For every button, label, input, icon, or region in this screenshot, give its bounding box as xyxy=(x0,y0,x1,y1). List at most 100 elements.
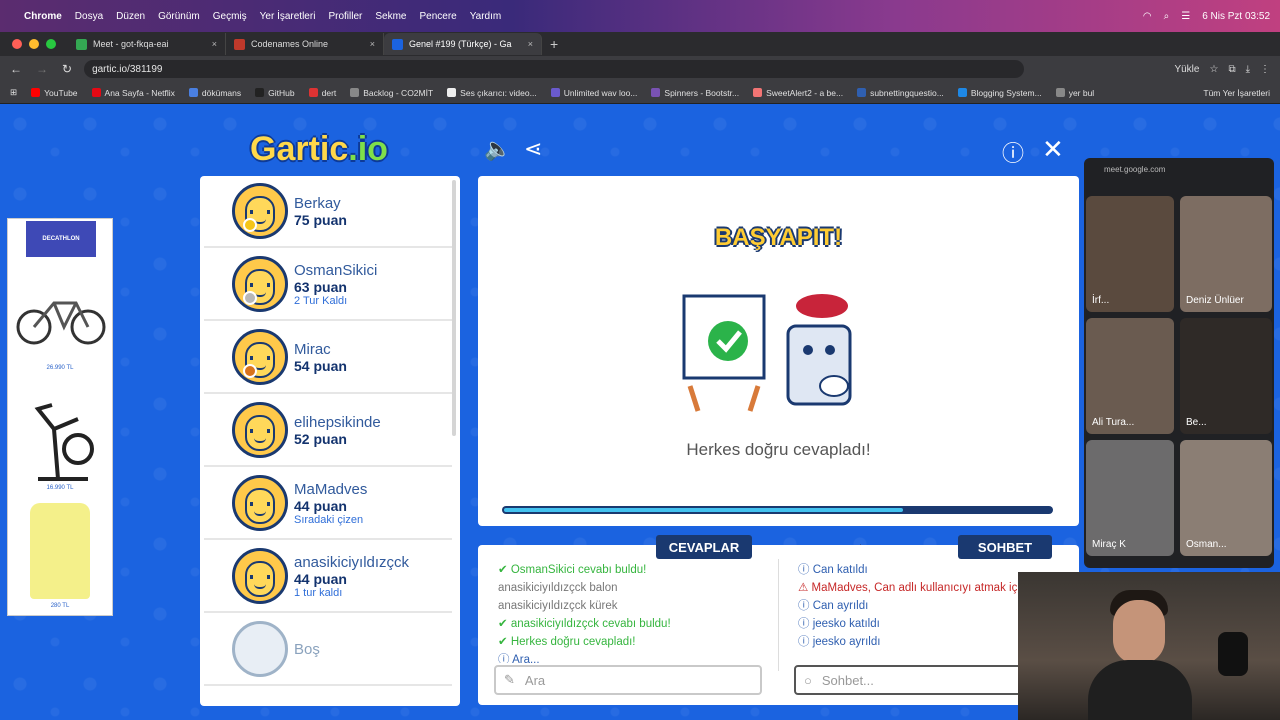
menu-kebab-icon[interactable]: ⋮ xyxy=(1260,64,1270,75)
tshirt-image[interactable] xyxy=(30,503,90,599)
bookmark-label: dert xyxy=(321,87,337,98)
bookmark-item[interactable]: YouTube xyxy=(31,88,78,98)
address-toolbar: ← → ↻ gartic.io/381199 Yükle ☆ ⧉ ⤓ ⋮ xyxy=(0,56,1280,82)
logo-suffix: .io xyxy=(348,130,388,168)
menu-window[interactable]: Pencere xyxy=(419,11,456,22)
bookmark-item[interactable]: Spinners - Bootstr... xyxy=(651,88,739,98)
extensions-icon[interactable]: ⧉ xyxy=(1228,64,1235,75)
apps-grid-icon[interactable]: ⊞ xyxy=(10,87,17,98)
result-headline: BAŞYAPIT! xyxy=(714,224,843,251)
avatar-eyes xyxy=(250,502,270,506)
share-icon[interactable]: ⋖ xyxy=(524,136,542,162)
close-tab-icon[interactable]: × xyxy=(528,39,533,49)
close-icon[interactable]: ✕ xyxy=(1042,134,1064,165)
bookmark-favicon-icon xyxy=(857,88,867,97)
gartic-logo[interactable]: Gartic.io xyxy=(250,130,388,169)
answer-placeholder: Ara xyxy=(524,672,546,688)
bookmark-item[interactable]: SweetAlert2 - a be... xyxy=(753,88,843,98)
all-bookmarks-button[interactable]: Tüm Yer İşaretleri xyxy=(1203,88,1270,98)
player-row[interactable]: Boş xyxy=(204,614,452,686)
answer-input[interactable]: ✎ Ara xyxy=(494,665,762,695)
avatar-eyes xyxy=(250,356,270,360)
bookmark-label: Blogging System... xyxy=(970,87,1042,98)
players-scrollbar[interactable] xyxy=(452,180,456,436)
tab-title: Genel #199 (Türkçe) - Ga xyxy=(409,39,512,49)
tab-chat[interactable]: SOHBET xyxy=(958,535,1052,559)
menu-help[interactable]: Yardım xyxy=(470,11,502,22)
menu-edit[interactable]: Düzen xyxy=(116,11,145,22)
menu-bookmarks[interactable]: Yer İşaretleri xyxy=(260,11,316,22)
meet-tile[interactable]: Deniz Ünlüer xyxy=(1180,196,1272,312)
player-score: 44 puan xyxy=(294,570,347,587)
control-center-icon[interactable]: ☰ xyxy=(1181,11,1190,22)
forward-icon[interactable]: → xyxy=(36,62,48,76)
reload-icon[interactable]: ↻ xyxy=(62,62,72,76)
answers-log: ✔ OsmanSikici cevabı buldu! anasikiciyıld… xyxy=(498,561,768,663)
bookmark-item[interactable]: Ses çıkarıcı: video... xyxy=(447,88,537,98)
bookmark-item[interactable]: yer bul xyxy=(1055,88,1094,98)
menu-history[interactable]: Geçmiş xyxy=(213,11,247,22)
wifi-icon[interactable]: ◠ xyxy=(1143,11,1152,22)
back-icon[interactable]: ← xyxy=(10,62,22,76)
pencil-icon: ✎ xyxy=(504,672,515,687)
clock[interactable]: 6 Nis Pzt 03:52 xyxy=(1202,11,1270,22)
close-tab-icon[interactable]: × xyxy=(212,39,217,49)
window-controls xyxy=(0,39,68,49)
player-score: 75 puan xyxy=(294,211,347,228)
info-icon[interactable]: ⓘ xyxy=(1002,136,1024,168)
gartic-favicon-icon xyxy=(392,38,403,50)
menu-profiles[interactable]: Profiller xyxy=(328,11,362,22)
log-text: Herkes doğru cevapladı! xyxy=(510,636,636,648)
meet-pip-window[interactable]: meet.google.com İrf... Deniz Ünlüer Ali … xyxy=(1084,158,1274,568)
player-row[interactable]: Mirac 54 puan xyxy=(204,322,452,394)
bookmark-label: GitHub xyxy=(268,87,295,98)
url-field[interactable]: gartic.io/381199 xyxy=(84,60,1025,78)
bicycle-image[interactable] xyxy=(14,289,108,349)
close-window-button[interactable] xyxy=(12,39,22,49)
menu-tab[interactable]: Sekme xyxy=(375,11,406,22)
download-icon[interactable]: ⤓ xyxy=(1246,64,1250,75)
player-row[interactable]: anasikiciyıldızçck 44 puan 1 tur kaldı xyxy=(204,541,452,613)
close-tab-icon[interactable]: × xyxy=(370,39,375,49)
menu-app[interactable]: Chrome xyxy=(24,11,62,22)
codenames-favicon-icon xyxy=(234,38,245,50)
player-row[interactable]: OsmanSikici 63 puan 2 Tur Kaldı xyxy=(204,249,452,321)
player-row[interactable]: MaMadves 44 puan Sıradaki çizen xyxy=(204,468,452,540)
ad-brand-logo[interactable]: DECATHLON xyxy=(26,221,96,257)
install-button[interactable]: Yükle xyxy=(1174,64,1199,75)
tab-answers[interactable]: CEVAPLAR xyxy=(656,535,752,559)
player-row[interactable]: elihepsikinde 52 puan xyxy=(204,395,452,467)
bookmark-item[interactable]: dert xyxy=(308,87,337,98)
bookmark-label: SweetAlert2 - a be... xyxy=(766,87,844,98)
meet-tile[interactable]: Miraç K xyxy=(1086,440,1174,556)
bookmark-item[interactable]: Ana Sayfa - Netflix xyxy=(91,88,175,98)
maximize-window-button[interactable] xyxy=(46,39,56,49)
meet-tile[interactable]: Ali Tura... xyxy=(1086,318,1174,434)
bookmark-item[interactable]: GitHub xyxy=(255,87,295,98)
log-text: OsmanSikici cevabı buldu! xyxy=(510,564,647,576)
menu-view[interactable]: Görünüm xyxy=(158,11,200,22)
tab-codenames[interactable]: Codenames Online × xyxy=(226,33,384,55)
player-name: Berkay xyxy=(294,194,341,212)
star-icon[interactable]: ☆ xyxy=(1209,64,1218,75)
new-tab-icon[interactable]: + xyxy=(550,36,558,52)
sound-icon[interactable]: 🔈 xyxy=(484,136,511,162)
menu-file[interactable]: Dosya xyxy=(75,11,103,22)
bookmark-item[interactable]: dökümans xyxy=(188,88,241,98)
meet-tile-label: Ali Tura... xyxy=(1092,417,1135,428)
meet-tile[interactable]: İrf... xyxy=(1086,196,1174,312)
exercise-bike-image[interactable] xyxy=(18,389,104,485)
bookmark-item[interactable]: Blogging System... xyxy=(957,87,1042,98)
round-progress-fill xyxy=(504,508,904,512)
bookmark-item[interactable]: Unlimited wav loo... xyxy=(550,88,637,98)
tab-meet[interactable]: Meet - got-fkqa-eai × xyxy=(68,33,226,55)
minimize-window-button[interactable] xyxy=(29,39,39,49)
bookmark-item[interactable]: subnettingquestio... xyxy=(857,88,944,98)
meet-tile[interactable]: Osman... xyxy=(1180,440,1272,556)
advertisement-banner[interactable]: DECATHLON 26.990 TL 16.990 TL 280 TL xyxy=(7,218,113,616)
bookmark-item[interactable]: Backlog - CO2MİT xyxy=(350,88,433,98)
meet-tile[interactable]: Be... xyxy=(1180,318,1272,434)
tab-gartic[interactable]: Genel #199 (Türkçe) - Ga × xyxy=(384,33,542,55)
search-icon[interactable]: ⌕ xyxy=(1164,11,1170,22)
player-row[interactable]: Berkay 75 puan xyxy=(204,176,452,248)
